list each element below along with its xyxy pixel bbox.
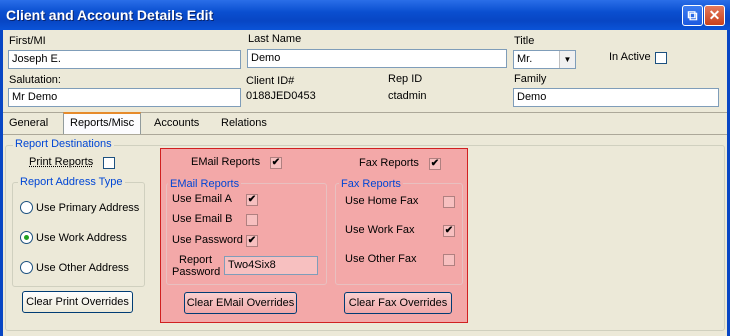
clear-fax-overrides-button[interactable]: Clear Fax Overrides bbox=[344, 292, 452, 314]
check-icon: ✔ bbox=[271, 157, 281, 168]
use-other-fax-label: Use Other Fax bbox=[345, 253, 417, 265]
report-password-label-line2: Password bbox=[172, 266, 221, 278]
clear-print-overrides-button[interactable]: Clear Print Overrides bbox=[22, 291, 133, 313]
use-primary-address-label: Use Primary Address bbox=[36, 202, 140, 214]
close-icon: ✕ bbox=[708, 7, 721, 23]
use-email-a-label: Use Email A bbox=[172, 193, 232, 205]
window-title: Client and Account Details Edit bbox=[6, 7, 214, 23]
last-name-input[interactable]: Demo bbox=[247, 49, 507, 68]
use-home-fax-checkbox[interactable] bbox=[443, 196, 455, 208]
family-label: Family bbox=[514, 73, 547, 85]
use-work-address-label: Use Work Address bbox=[36, 232, 127, 244]
email-reports-label: EMail Reports bbox=[191, 156, 261, 168]
check-icon: ✔ bbox=[444, 225, 454, 236]
title-label: Title bbox=[514, 35, 535, 47]
rep-id-value: ctadmin bbox=[388, 90, 427, 102]
client-id-label: Client ID# bbox=[246, 75, 295, 87]
restore-icon: ⧉ bbox=[687, 7, 698, 23]
tab-reports-misc[interactable]: Reports/Misc bbox=[63, 112, 142, 135]
fax-reports-checkbox[interactable]: ✔ bbox=[429, 158, 441, 170]
tab-relations[interactable]: Relations bbox=[215, 114, 273, 134]
title-bar[interactable]: Client and Account Details Edit ⧉ ✕ bbox=[0, 0, 730, 30]
chevron-down-icon[interactable]: ▼ bbox=[559, 51, 575, 68]
report-destinations-label: Report Destinations bbox=[13, 138, 114, 150]
radio-use-work-address[interactable] bbox=[20, 231, 33, 244]
family-input[interactable]: Demo bbox=[513, 88, 719, 107]
fax-reports-label: Fax Reports bbox=[359, 157, 419, 169]
first-mi-label: First/MI bbox=[9, 35, 46, 47]
salutation-label: Salutation: bbox=[9, 74, 61, 86]
check-icon: ✔ bbox=[247, 194, 257, 205]
title-select-value: Mr. bbox=[517, 53, 533, 65]
use-email-a-checkbox[interactable]: ✔ bbox=[246, 194, 258, 206]
print-reports-label: Print Reports bbox=[29, 156, 94, 168]
use-email-b-label: Use Email B bbox=[172, 213, 233, 225]
client-account-window: Client and Account Details Edit ⧉ ✕ Firs… bbox=[0, 0, 730, 336]
radio-use-primary-address[interactable] bbox=[20, 201, 33, 214]
report-password-input[interactable]: Two4Six8 bbox=[224, 256, 318, 275]
use-other-fax-checkbox[interactable] bbox=[443, 254, 455, 266]
email-fax-panel: EMail Reports ✔ Fax Reports ✔ EMail Repo… bbox=[160, 148, 468, 323]
fax-reports-group-label: Fax Reports bbox=[339, 178, 403, 190]
tab-separator bbox=[3, 134, 727, 135]
report-address-type-label: Report Address Type bbox=[18, 176, 125, 188]
in-active-checkbox[interactable] bbox=[655, 52, 667, 64]
use-other-address-label: Use Other Address bbox=[36, 262, 129, 274]
close-button[interactable]: ✕ bbox=[704, 5, 725, 26]
restore-button[interactable]: ⧉ bbox=[682, 5, 703, 26]
radio-use-other-address[interactable] bbox=[20, 261, 33, 274]
rep-id-label: Rep ID bbox=[388, 73, 423, 85]
client-id-value: 0188JED0453 bbox=[246, 90, 316, 102]
check-icon: ✔ bbox=[430, 158, 440, 169]
clear-email-overrides-button[interactable]: Clear EMail Overrides bbox=[184, 292, 297, 314]
email-reports-checkbox[interactable]: ✔ bbox=[270, 157, 282, 169]
tab-accounts[interactable]: Accounts bbox=[148, 114, 205, 134]
first-mi-input[interactable]: Joseph E. bbox=[8, 50, 241, 69]
use-password-checkbox[interactable]: ✔ bbox=[246, 235, 258, 247]
print-reports-checkbox[interactable] bbox=[103, 157, 115, 169]
check-icon: ✔ bbox=[247, 235, 257, 246]
tab-general[interactable]: General bbox=[3, 114, 54, 134]
in-active-label: In Active bbox=[609, 51, 651, 63]
report-password-label-line1: Report bbox=[179, 254, 213, 266]
use-email-b-checkbox[interactable] bbox=[246, 214, 258, 226]
use-work-fax-checkbox[interactable]: ✔ bbox=[443, 225, 455, 237]
email-reports-group-label: EMail Reports bbox=[168, 178, 242, 190]
title-select[interactable]: Mr. ▼ bbox=[513, 50, 576, 69]
use-home-fax-label: Use Home Fax bbox=[345, 195, 419, 207]
salutation-input[interactable]: Mr Demo bbox=[8, 88, 241, 107]
use-password-label: Use Password bbox=[172, 234, 243, 246]
last-name-label: Last Name bbox=[248, 33, 302, 45]
use-work-fax-label: Use Work Fax bbox=[345, 224, 415, 236]
